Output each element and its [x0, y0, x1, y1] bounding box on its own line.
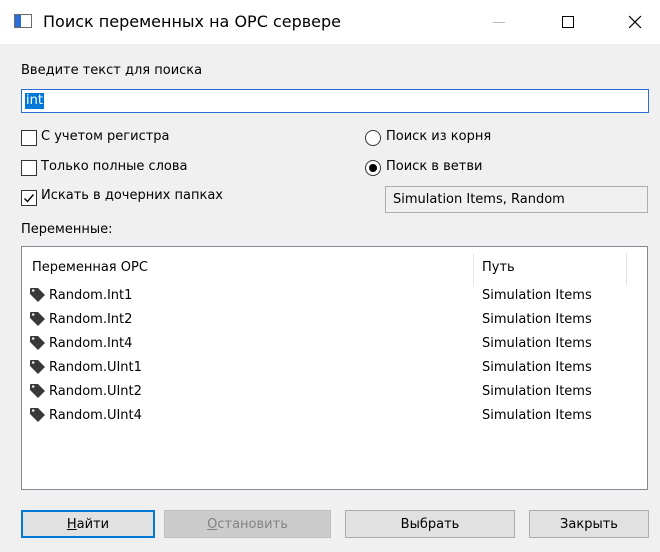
list-item[interactable]: Random.UInt4 Simulation Items: [22, 404, 647, 428]
search-from-root-radio[interactable]: [365, 130, 381, 146]
column-header-variable[interactable]: Переменная OPC: [32, 260, 148, 275]
tag-icon: [30, 384, 45, 398]
case-sensitive-checkbox[interactable]: [21, 130, 37, 146]
minimize-icon: [493, 21, 505, 23]
column-header-path[interactable]: Путь: [482, 260, 515, 275]
select-button[interactable]: Выбрать: [345, 510, 515, 538]
maximize-icon: [562, 16, 574, 28]
variable-name: Random.Int4: [49, 336, 133, 351]
search-subfolders-checkbox[interactable]: [21, 190, 37, 206]
checkmark-icon: [24, 194, 35, 203]
maximize-button[interactable]: [545, 0, 591, 44]
case-sensitive-label[interactable]: С учетом регистра: [41, 129, 170, 144]
list-item[interactable]: Random.Int2 Simulation Items: [22, 308, 647, 332]
search-from-root-label[interactable]: Поиск из корня: [386, 129, 491, 144]
title-bar: Поиск переменных на OPC сервере: [0, 0, 660, 44]
variable-path: Simulation Items: [482, 384, 592, 399]
search-in-branch-label[interactable]: Поиск в ветви: [386, 159, 482, 174]
search-subfolders-label[interactable]: Искать в дочерних папках: [41, 188, 223, 203]
list-item[interactable]: Random.UInt2 Simulation Items: [22, 380, 647, 404]
variable-path: Simulation Items: [482, 312, 592, 327]
whole-words-label[interactable]: Только полные слова: [41, 159, 188, 174]
search-label: Введите текст для поиска: [21, 63, 203, 78]
tag-icon: [30, 312, 45, 326]
close-icon: [628, 15, 642, 29]
variable-name: Random.Int1: [49, 288, 133, 303]
list-item[interactable]: Random.Int1 Simulation Items: [22, 284, 647, 308]
variables-list[interactable]: Переменная OPC Путь Random.Int1 Simulatio…: [21, 246, 648, 490]
variables-label: Переменные:: [21, 222, 113, 237]
search-input-value: int: [25, 93, 44, 109]
variable-path: Simulation Items: [482, 360, 592, 375]
window-app-icon: [14, 14, 32, 28]
list-header: Переменная OPC Путь: [22, 247, 647, 289]
tag-icon: [30, 336, 45, 350]
branch-path-field: Simulation Items, Random: [385, 186, 648, 213]
search-in-branch-radio[interactable]: [365, 160, 381, 176]
variable-name: Random.UInt2: [49, 384, 142, 399]
window-title: Поиск переменных на OPC сервере: [43, 12, 342, 31]
whole-words-checkbox[interactable]: [21, 160, 37, 176]
tag-icon: [30, 288, 45, 302]
list-item[interactable]: Random.UInt1 Simulation Items: [22, 356, 647, 380]
minimize-button[interactable]: [476, 0, 522, 44]
variable-name: Random.Int2: [49, 312, 133, 327]
tag-icon: [30, 360, 45, 374]
variable-path: Simulation Items: [482, 288, 592, 303]
variable-name: Random.UInt4: [49, 408, 142, 423]
tag-icon: [30, 408, 45, 422]
close-window-button[interactable]: [612, 0, 658, 44]
search-input[interactable]: int: [21, 89, 649, 113]
variable-name: Random.UInt1: [49, 360, 142, 375]
stop-button: Остановить: [164, 510, 331, 538]
close-button[interactable]: Закрыть: [529, 510, 649, 538]
variable-path: Simulation Items: [482, 408, 592, 423]
list-item[interactable]: Random.Int4 Simulation Items: [22, 332, 647, 356]
find-button[interactable]: Найти: [21, 510, 155, 538]
variable-path: Simulation Items: [482, 336, 592, 351]
